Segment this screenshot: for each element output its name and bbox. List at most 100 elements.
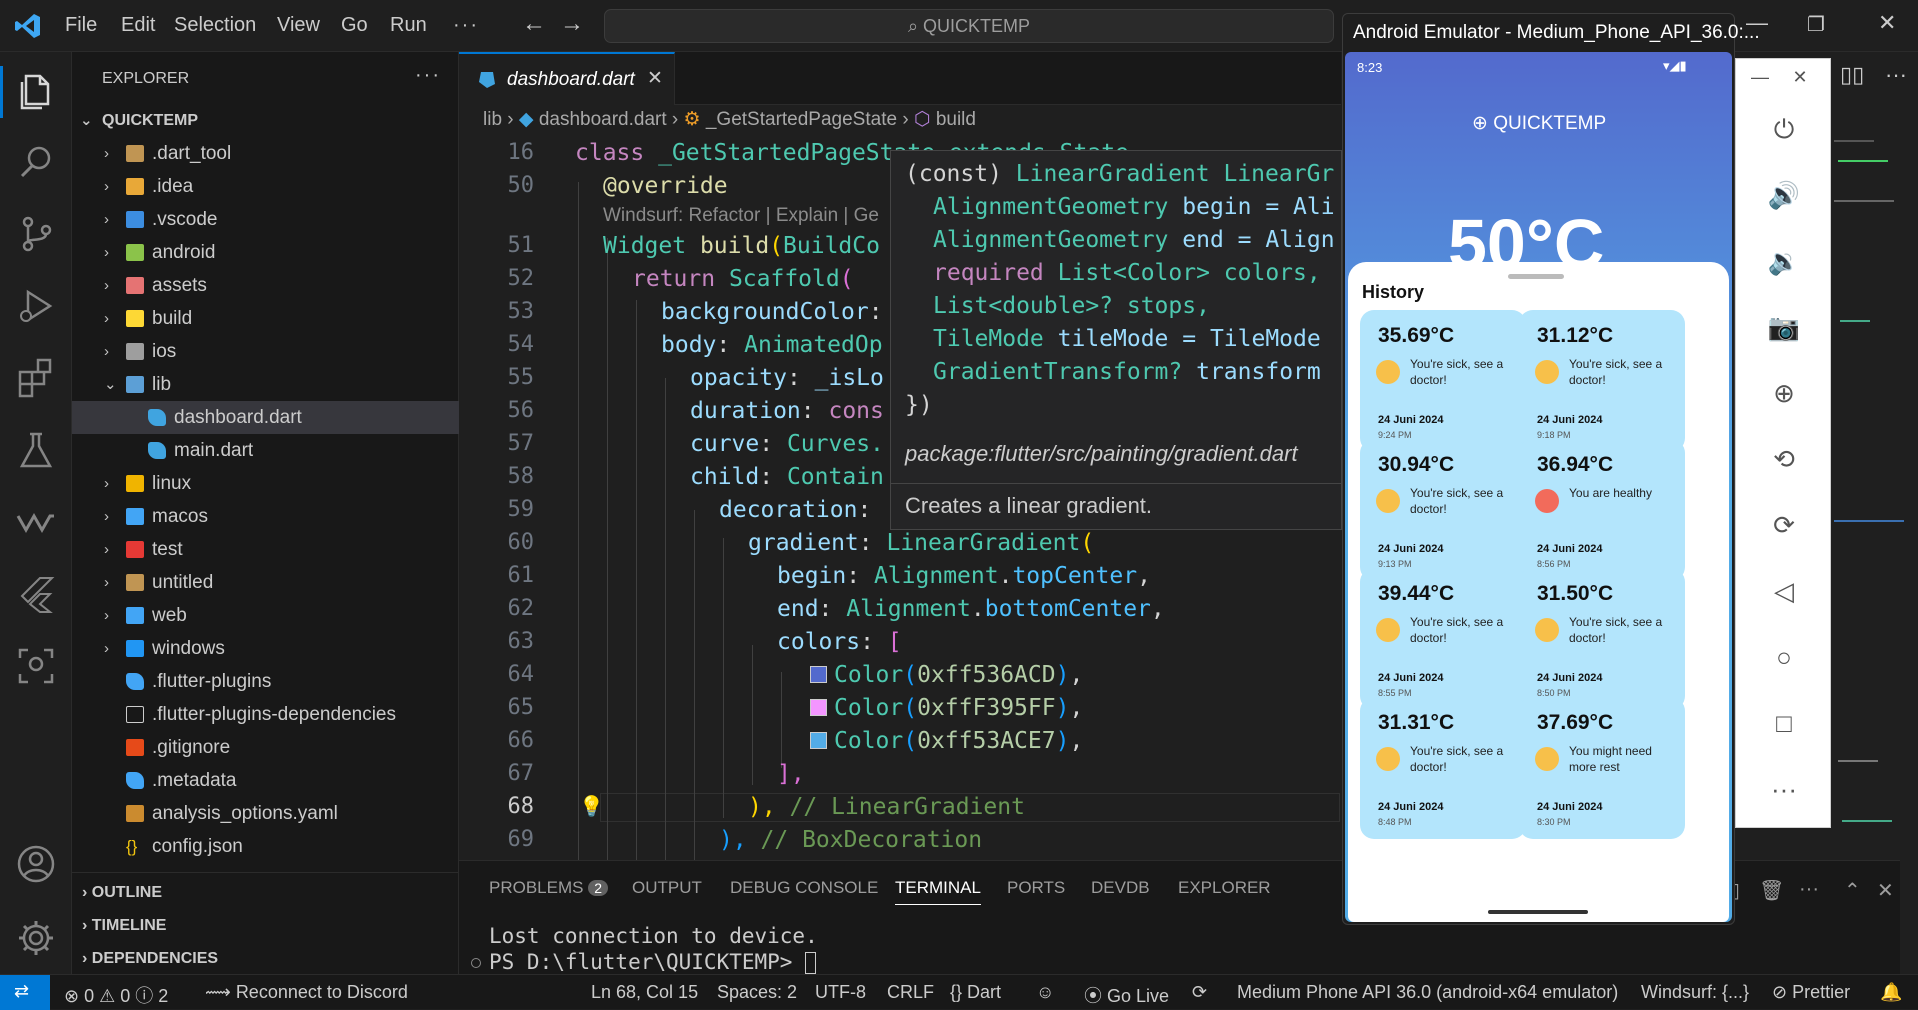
code-line-56[interactable]: duration: cons (690, 398, 884, 424)
encoding[interactable]: UTF-8 (815, 982, 866, 1003)
zoom-icon[interactable]: ⊕ (1766, 375, 1802, 411)
breadcrumb-class[interactable]: _GetStartedPageState (706, 109, 897, 130)
camera-icon[interactable]: 📷 (1766, 309, 1802, 345)
code-line-63[interactable]: colors: [ (777, 629, 902, 655)
minimap[interactable] (1830, 120, 1918, 860)
volume-down-icon[interactable]: 🔉 (1766, 243, 1802, 279)
copilot-icon[interactable]: ☺ (1036, 982, 1054, 1003)
tree-item[interactable]: › .idea (72, 170, 459, 203)
forward-arrow-icon[interactable]: → (560, 10, 584, 38)
tree-item[interactable]: analysis_options.yaml (72, 797, 459, 830)
code-line-62[interactable]: end: Alignment.bottomCenter, (777, 596, 1165, 622)
tab-explorer[interactable]: EXPLORER (1178, 878, 1271, 898)
tree-item[interactable]: ⌄ lib (72, 368, 459, 401)
run-debug-icon[interactable] (14, 284, 58, 328)
back-icon[interactable]: ◁ (1766, 573, 1802, 609)
tree-item[interactable]: › android (72, 236, 459, 269)
code-line-69[interactable]: ), // BoxDecoration (719, 827, 982, 853)
code-line-66[interactable]: Color(0xff53ACE7), (810, 728, 1083, 754)
notifications-bell-icon[interactable]: 🔔 (1880, 982, 1902, 1003)
split-editor-icon[interactable]: ▯▯ (1840, 62, 1864, 88)
history-card[interactable]: 31.31°C You're sick, see a doctor! 24 Juni… (1360, 697, 1526, 839)
tree-item[interactable]: › web (72, 599, 459, 632)
terminal-prompt[interactable]: PS D:\flutter\QUICKTEMP> (489, 950, 817, 974)
tree-item[interactable]: main.dart (72, 434, 459, 467)
explorer-files-icon[interactable] (14, 68, 58, 112)
code-line-58[interactable]: child: Contain (690, 464, 884, 490)
dependencies-section[interactable]: › DEPENDENCIES (82, 950, 218, 968)
language-mode[interactable]: {} Dart (950, 982, 1001, 1003)
indentation[interactable]: Spaces: 2 (717, 982, 797, 1003)
code-line-50[interactable]: @override (603, 173, 728, 199)
remote-indicator[interactable]: ⇄ (0, 975, 50, 1010)
code-line-52[interactable]: return Scaffold( (632, 266, 854, 292)
menu-edit[interactable]: Edit (121, 14, 155, 37)
extensions-icon[interactable] (14, 356, 58, 400)
close-icon[interactable]: ✕ (1782, 59, 1818, 95)
drag-handle[interactable] (1508, 274, 1564, 279)
tree-item[interactable]: .flutter-plugins-dependencies (72, 698, 459, 731)
timeline-section[interactable]: › TIMELINE (82, 917, 166, 935)
tree-item[interactable]: › assets (72, 269, 459, 302)
history-card[interactable]: 31.50°C You're sick, see a doctor! 24 Juni… (1519, 568, 1685, 710)
codelens[interactable]: Windsurf: Refactor | Explain | Ge (603, 205, 879, 227)
close-panel-icon[interactable]: ✕ (1877, 878, 1894, 903)
tab-dashboard-dart[interactable]: dashboard.dart ✕ (459, 52, 675, 105)
tree-item[interactable]: .flutter-plugins (72, 665, 459, 698)
restore-icon[interactable]: ❐ (1807, 12, 1825, 37)
history-sheet[interactable]: History 35.69°C You're sick, see a doctor… (1348, 262, 1729, 922)
code-line-55[interactable]: opacity: _isLo (690, 365, 884, 391)
tab-problems[interactable]: PROBLEMS 2 (489, 878, 609, 898)
tree-item[interactable]: .gitignore (72, 731, 459, 764)
command-center-search[interactable]: ⌕ QUICKTEMP (604, 9, 1334, 43)
tab-output[interactable]: OUTPUT (632, 878, 702, 898)
trash-icon[interactable]: 🗑 (1759, 878, 1784, 903)
overview-icon[interactable]: □ (1766, 705, 1802, 741)
account-icon[interactable] (14, 842, 58, 886)
code-line-61[interactable]: begin: Alignment.topCenter, (777, 563, 1151, 589)
color-swatch[interactable] (810, 732, 827, 749)
tree-item[interactable]: {} config.json (72, 830, 459, 863)
tree-item[interactable]: › .dart_tool (72, 137, 459, 170)
history-card[interactable]: 31.12°C You're sick, see a doctor! 24 Juni… (1519, 310, 1685, 452)
code-line-67[interactable]: ], (777, 761, 805, 787)
go-live[interactable]: ⦿ Go Live (1084, 982, 1169, 1008)
lightbulb-icon[interactable]: 💡 (579, 794, 604, 819)
code-line-59[interactable]: decoration: (719, 497, 885, 523)
code-line-60[interactable]: gradient: LinearGradient( (748, 530, 1094, 556)
more-options-icon[interactable]: ··· (1766, 771, 1802, 807)
discord-status[interactable]: ⟿ Reconnect to Discord (205, 982, 408, 1003)
code-line-68[interactable]: ), // LinearGradient (748, 794, 1025, 820)
close-tab-icon[interactable]: ✕ (647, 67, 663, 90)
history-card[interactable]: 39.44°C You're sick, see a doctor! 24 Juni… (1360, 568, 1526, 710)
menu-go[interactable]: Go (341, 14, 368, 37)
menu-selection[interactable]: Selection (174, 14, 256, 37)
tree-item[interactable]: › windows (72, 632, 459, 665)
tree-item[interactable]: › build (72, 302, 459, 335)
rotate-left-icon[interactable]: ⟲ (1766, 441, 1802, 477)
tree-item[interactable]: › linux (72, 467, 459, 500)
tree-item[interactable]: › test (72, 533, 459, 566)
end-of-line[interactable]: CRLF (887, 982, 934, 1003)
menu-file[interactable]: File (65, 14, 97, 37)
history-card[interactable]: 36.94°C You are healthy 24 Juni 2024 8:56 P… (1519, 439, 1685, 581)
tab-debug-console[interactable]: DEBUG CONSOLE (730, 878, 878, 898)
prettier-status[interactable]: ⊘ Prettier (1772, 982, 1850, 1003)
history-card[interactable]: 30.94°C You're sick, see a doctor! 24 Juni… (1360, 439, 1526, 581)
color-swatch[interactable] (810, 666, 827, 683)
chevron-up-icon[interactable]: ⌃ (1844, 878, 1861, 903)
windsurf-icon[interactable] (14, 500, 58, 544)
remote-explorer-icon[interactable] (14, 644, 58, 688)
sync-icon[interactable]: ⟳ (1192, 982, 1207, 1003)
power-icon[interactable]: ⏻ (1766, 111, 1802, 147)
volume-up-icon[interactable]: 🔊 (1766, 177, 1802, 213)
code-line-57[interactable]: curve: Curves. (690, 431, 884, 457)
breadcrumb-method[interactable]: build (936, 109, 976, 130)
code-line-51[interactable]: Widget build(BuildCo (603, 233, 880, 259)
breadcrumb-file[interactable]: dashboard.dart (539, 109, 667, 130)
breadcrumb-lib[interactable]: lib (483, 109, 502, 130)
testing-flask-icon[interactable] (14, 428, 58, 472)
more-icon[interactable]: ··· (1799, 878, 1819, 901)
menu-run[interactable]: Run (390, 14, 427, 37)
windsurf-status[interactable]: Windsurf: {...} (1641, 982, 1749, 1003)
